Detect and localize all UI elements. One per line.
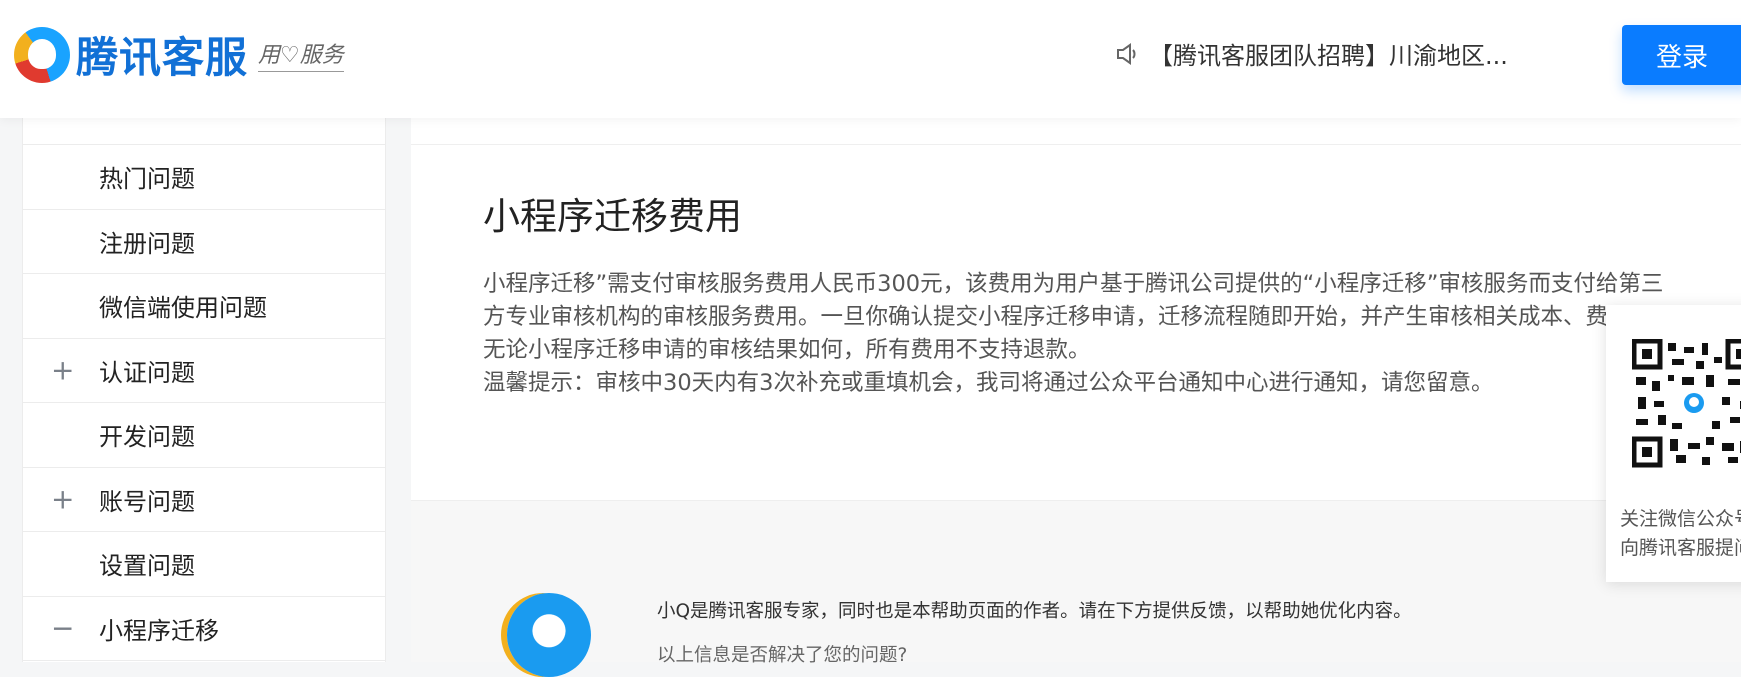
logo-text: 腾讯客服 [76,33,249,82]
sidebar-top-divider [23,118,385,145]
login-button[interactable]: 登录 [1622,25,1741,85]
sidebar-item-label: 小程序迁移 [99,616,219,645]
qr-caption: 关注微信公众号 向腾讯客服提问 [1620,505,1741,563]
feedback-section: 小Q是腾讯客服专家，同时也是本帮助页面的作者。请在下方提供反馈，以帮助她优化内容… [411,500,1741,677]
announcement-text: 【腾讯客服团队招聘】川渝地区... [1149,42,1508,70]
qr-caption-line1: 关注微信公众号 [1620,508,1741,530]
sidebar-item-verification[interactable]: + 认证问题 [23,339,385,403]
logo-slogan: 用♡服务 [258,37,344,72]
speaker-icon [1117,42,1136,65]
plus-icon[interactable]: + [51,354,74,387]
sidebar-item-wechat-usage[interactable]: 微信端使用问题 [23,274,385,339]
sidebar-item-label: 开发问题 [99,423,195,452]
sidebar-item-account[interactable]: + 账号问题 [23,468,385,532]
qr-caption-line2: 向腾讯客服提问 [1620,537,1741,559]
logo-mark-icon [14,26,70,83]
sidebar-item-label: 热门问题 [99,165,195,194]
tencent-kefu-logo[interactable]: 腾讯客服 用♡服务 [14,24,344,85]
sidebar-item-registration[interactable]: 注册问题 [23,210,385,274]
announcement-banner[interactable]: 【腾讯客服团队招聘】川渝地区... [1115,36,1508,71]
article-panel: 小程序迁移费用 小程序迁移”需支付审核服务费用人民币300元，该费用为用户基于腾… [411,118,1741,677]
feedback-intro: 小Q是腾讯客服专家，同时也是本帮助页面的作者。请在下方提供反馈，以帮助她优化内容… [657,601,1412,622]
sidebar-item-hot-questions[interactable]: 热门问题 [23,145,385,210]
feedback-question: 以上信息是否解决了您的问题? [657,645,908,666]
sidebar-item-miniprogram-migration[interactable]: − 小程序迁移 [23,597,385,661]
article-body: 小程序迁移”需支付审核服务费用人民币300元，该费用为用户基于腾讯公司提供的“小… [483,268,1673,400]
qr-code-icon [1632,339,1741,469]
article-tip: 温馨提示：审核中30天内有3次补充或重填机会，我司将通过公众平台通知中心进行通知… [483,370,1494,396]
sidebar-item-label: 微信端使用问题 [99,294,267,323]
minus-icon[interactable]: − [51,612,74,645]
article-title: 小程序迁移费用 [483,195,742,238]
top-header: 腾讯客服 用♡服务 【腾讯客服团队招聘】川渝地区... 登录 [0,0,1741,118]
sidebar-item-label: 设置问题 [99,552,195,581]
xiaoq-avatar-icon [507,593,591,677]
sidebar-item-label: 注册问题 [99,229,195,258]
sidebar-item-label: 认证问题 [99,358,195,387]
sidebar-item-label: 账号问题 [99,487,195,516]
sidebar-item-settings[interactable]: 设置问题 [23,532,385,597]
wechat-qr-card: 关注微信公众号 向腾讯客服提问 [1606,305,1741,582]
sidebar-nav: 热门问题 注册问题 微信端使用问题 + 认证问题 开发问题 + 账号问题 设置问… [22,118,386,662]
article-top-divider [411,118,1741,145]
plus-icon[interactable]: + [51,483,74,516]
article-paragraph: 小程序迁移”需支付审核服务费用人民币300元，该费用为用户基于腾讯公司提供的“小… [483,271,1664,363]
sidebar-item-development[interactable]: 开发问题 [23,403,385,468]
